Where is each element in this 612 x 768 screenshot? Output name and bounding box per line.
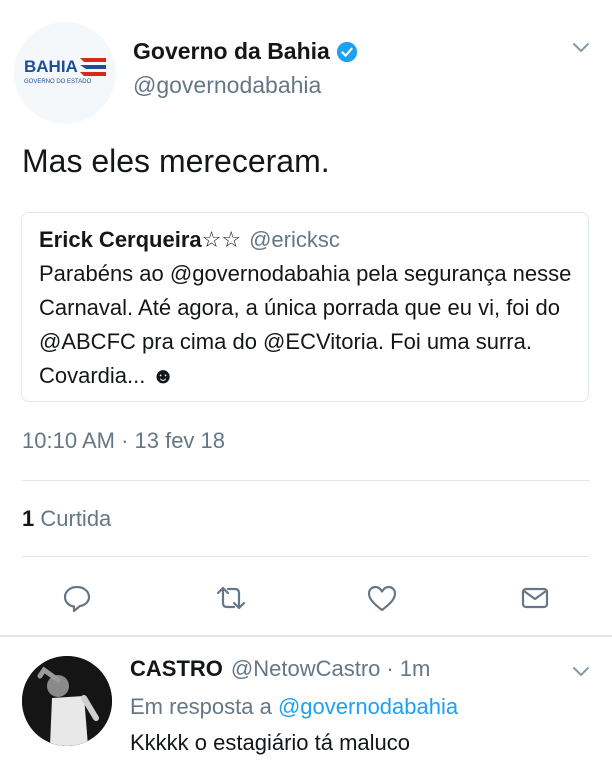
quoted-header: Erick Cerqueira☆☆ @ericksc [39,227,340,253]
reply-text: Kkkkk o estagiário tá maluco [130,730,411,755]
reply-author-avatar[interactable] [22,656,112,746]
author-handle[interactable]: @governodabahia [133,72,321,99]
quoted-author-name: Erick Cerqueira☆☆ [39,227,242,252]
likes-label: Curtida [40,506,112,531]
retweet-icon[interactable] [214,581,248,615]
logo-text: BAHIA [24,57,78,76]
author-name-text: Governo da Bahia [133,38,330,64]
reply-in-reply-to: Em resposta a @governodabahia [130,694,458,720]
quoted-author-handle: @ericksc [249,227,340,252]
bahia-logo: BAHIA GOVERNO DO ESTADO [24,57,106,85]
reply-meta-separator: · [386,656,394,681]
dm-icon[interactable] [518,581,552,615]
in-reply-to-link[interactable]: @governodabahia [278,694,458,719]
likes-number: 1 [22,506,35,531]
quoted-tweet-card[interactable]: Erick Cerqueira☆☆ @ericksc Parabéns ao @… [21,212,589,402]
reply-header: CASTRO @NetowCastro · 1m [130,656,430,682]
reply-time[interactable]: 1m [400,656,431,682]
divider [22,556,590,557]
reply-icon[interactable] [60,581,94,615]
logo-subtext: GOVERNO DO ESTADO [24,79,92,85]
verified-badge-icon [336,41,357,62]
reply-author-handle[interactable]: @NetowCastro [231,656,381,682]
reply-chevron-down-icon[interactable] [570,660,592,682]
divider [22,480,590,481]
reply-author-name[interactable]: CASTRO [130,656,223,682]
in-reply-prefix: Em resposta a [130,694,272,719]
quoted-text: Parabéns ao @governodabahia pela seguran… [39,261,572,388]
person-photo-icon [22,656,112,746]
author-avatar[interactable]: BAHIA GOVERNO DO ESTADO [14,22,116,124]
author-name[interactable]: Governo da Bahia [133,38,358,65]
likes-count[interactable]: 1 Curtida [22,506,111,532]
section-separator [0,635,612,637]
tweet-text: Mas eles mereceram. [22,143,330,179]
tweet-timestamp[interactable]: 10:10 AM · 13 fev 18 [22,428,225,454]
like-icon[interactable] [365,581,399,615]
chevron-down-icon[interactable] [570,36,592,58]
